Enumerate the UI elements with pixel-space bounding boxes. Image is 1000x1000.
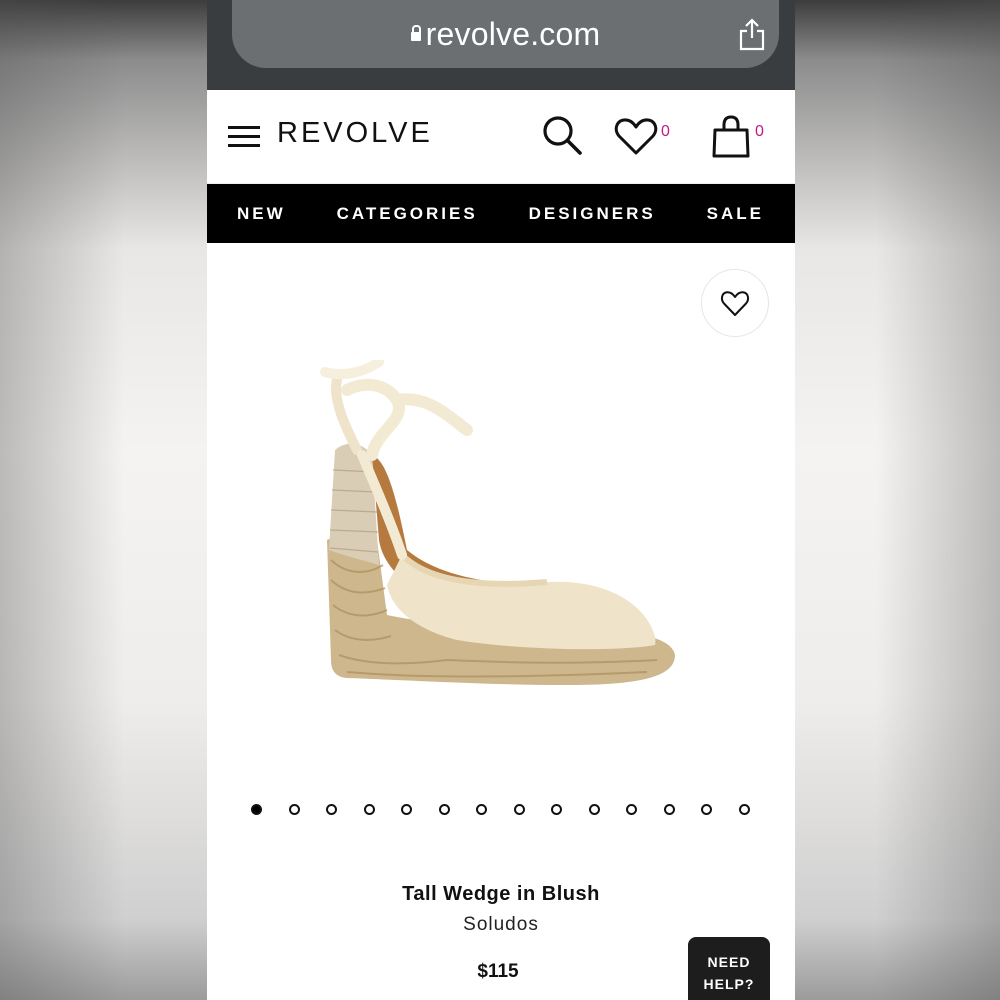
lock-icon [410,24,421,41]
background-blur-right [793,0,1000,1000]
carousel-dot[interactable] [401,804,412,815]
bag-count: 0 [755,123,764,140]
hamburger-menu-icon[interactable] [228,126,260,148]
address-bar[interactable]: revolve.com [232,0,779,68]
carousel-dot[interactable] [701,804,712,815]
carousel-dot[interactable] [363,804,375,815]
nav-item-designers[interactable]: DESIGNERS [529,204,656,224]
need-help-button[interactable]: NEED HELP? [688,937,770,1000]
image-carousel-pagination [251,804,776,815]
carousel-dot[interactable] [551,804,562,815]
share-icon[interactable] [737,17,767,51]
carousel-dot[interactable] [513,804,525,815]
carousel-dot[interactable] [476,804,487,815]
need-help-line2: HELP? [703,976,755,992]
carousel-dot[interactable] [663,804,675,815]
carousel-dot[interactable] [588,804,600,815]
wishlist-heart-icon[interactable] [614,118,658,156]
product-title: Tall Wedge in Blush [402,883,600,905]
carousel-dot[interactable] [438,804,450,815]
carousel-dot[interactable] [626,804,637,815]
phone-screen: revolve.com REVOLVE 0 0 NEW CATEGORIES D… [207,0,795,1000]
carousel-dot[interactable] [251,804,262,815]
add-to-wishlist-button[interactable] [701,269,769,337]
nav-item-categories[interactable]: CATEGORIES [337,204,478,224]
carousel-dot[interactable] [738,804,750,815]
carousel-dot[interactable] [326,804,337,815]
background-blur-left [0,0,207,1000]
heart-icon [720,290,750,316]
nav-item-new[interactable]: NEW [237,204,286,224]
url-text: revolve.com [425,15,601,52]
nav-item-sale[interactable]: SALE [707,204,764,224]
search-icon[interactable] [541,114,585,158]
site-logo[interactable]: REVOLVE [277,117,433,150]
need-help-line1: NEED [707,954,751,970]
shopping-bag-icon[interactable] [711,114,751,158]
wishlist-count: 0 [661,123,670,140]
main-nav: NEW CATEGORIES DESIGNERS SALE [207,184,795,243]
product-brand[interactable]: Soludos [207,914,795,936]
site-header: REVOLVE 0 0 [207,90,795,184]
browser-bar: revolve.com [207,0,795,90]
carousel-dot[interactable] [288,804,300,815]
product-image[interactable] [317,360,687,700]
